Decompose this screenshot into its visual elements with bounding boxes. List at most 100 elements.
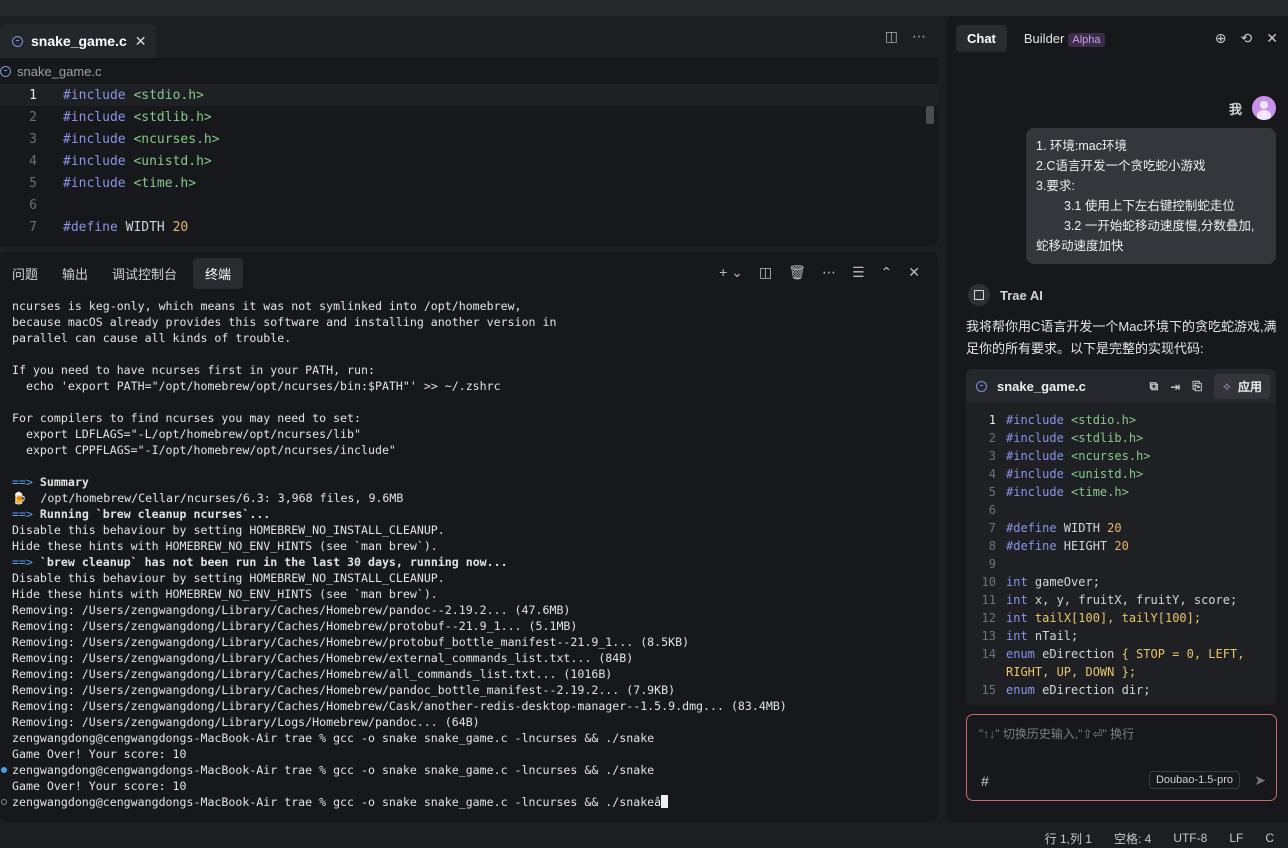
code-keyword: #include [1006,431,1064,445]
code-number: 20 [172,219,189,235]
split-terminal-icon[interactable]: ◫ [759,264,772,281]
context-hash-icon[interactable]: # [981,773,989,789]
apply-button[interactable]: ✧ 应用 [1213,374,1270,399]
apply-label: 应用 [1237,380,1262,394]
terminal-text: echo 'export PATH="/opt/homebrew/opt/ncu… [12,379,501,393]
send-icon[interactable]: ➤ [1254,772,1266,789]
code-block-filename: snake_game.c [997,378,1086,394]
breadcrumb-file[interactable]: snake_game.c [17,64,102,79]
code-line: 3 #include <ncurses.h> [0,128,938,150]
history-icon[interactable]: ⟲ [1241,30,1253,47]
line-number: 2 [29,109,37,125]
line-source: enum eDirection { STOP = 0, LEFT, RIGHT,… [996,645,1266,681]
terminal-line: echo 'export PATH="/opt/homebrew/opt/ncu… [12,378,938,394]
new-terminal-icon[interactable]: + ⌄ [719,264,743,281]
close-panel-icon[interactable]: ✕ [908,264,920,281]
tab-terminal[interactable]: 终端 [193,257,244,289]
terminal-text: Removing: /Users/zengwangdong/Library/Ca… [12,651,634,665]
maximize-panel-icon[interactable]: ⌃ [881,264,893,281]
tab-builder[interactable]: Builder Alpha [1013,25,1116,52]
close-chat-icon[interactable]: ✕ [1266,30,1278,47]
code-line: 2 #include <stdlib.h> [0,106,938,128]
user-message-bubble: 1. 环境:mac环境 2.C语言开发一个贪吃蛇小游戏 3.要求: 3.1 使用… [1026,128,1276,264]
code-keyword: #include [63,153,126,169]
code-block-line: 11 int x, y, fruitX, fruitY, score; [966,591,1276,609]
line-source: #include <unistd.h> [37,154,212,169]
c-file-icon [0,65,11,77]
panel-actions: + ⌄ ◫ 🗑 ⋯ ☰ ⌃ ✕ [719,264,920,281]
tab-problems[interactable]: 问题 [0,258,50,289]
terminal-line: Removing: /Users/zengwangdong/Library/Ca… [12,698,938,714]
line-number: 4 [988,467,996,481]
trash-icon[interactable]: 🗑 [788,264,806,281]
line-number: 9 [988,557,996,571]
code-block-line: 5 #include <time.h> [966,483,1276,501]
terminal-heading: `brew cleanup` has not been run in the l… [32,555,508,569]
line-source [996,501,1266,519]
line-source: #include <time.h> [37,176,196,191]
indentation[interactable]: 空格: 4 [1114,830,1151,847]
code-keyword: int [1006,611,1028,625]
chat-input-box[interactable]: "↑↓" 切换历史输入,"⇧⏎" 换行 # Doubao-1.5-pro ➤ [966,714,1277,801]
code-block-line: 10 int gameOver; [966,573,1276,591]
model-selector[interactable]: Doubao-1.5-pro [1148,771,1240,789]
encoding[interactable]: UTF-8 [1173,831,1207,845]
panel-layout-icon[interactable]: ☰ [852,264,865,281]
command-status-dot [1,767,7,773]
code-keyword: #include [1006,413,1064,427]
user-header: 我 [1229,96,1276,120]
cursor-position[interactable]: 行 1,列 1 [1045,830,1092,847]
ai-message: 我将帮你用C语言开发一个Mac环境下的贪吃蛇游戏,满足你的所有要求。以下是完整的… [966,319,1277,356]
ai-header: Trae AI [968,284,1043,306]
code-text: eDirection [1034,647,1122,661]
terminal-text: zengwangdong@cengwangdongs-MacBook-Air t… [12,795,662,809]
line-number: 12 [981,611,996,625]
user-message-line: 3.1 使用上下左右键控制蛇走位 [1064,199,1235,213]
editor-code-area[interactable]: 1 #include <stdio.h> 2 #include <stdlib.h> 3… [0,84,938,238]
terminal-line: Game Over! Your score: 10 [12,778,938,794]
chat-input-placeholder: "↑↓" 切换历史输入,"⇧⏎" 换行 [979,727,1135,741]
more-actions-icon[interactable]: ⋯ [912,28,926,45]
terminal-line: zengwangdong@cengwangdongs-MacBook-Air t… [12,730,938,746]
code-text: HEIGHT [1056,539,1115,553]
terminal-line: Removing: /Users/zengwangdong/Library/Ca… [12,682,938,698]
terminal-output[interactable]: ncurses is keg-only, which means it was … [0,294,938,810]
editor-tab-snake-game[interactable]: snake_game.c ✕ [0,24,157,58]
code-text: x, y, fruitX, fruitY, score; [1027,593,1238,607]
more-actions-icon[interactable]: ⋯ [822,264,836,281]
line-source: #include <stdlib.h> [996,429,1266,447]
magic-wand-icon: ✧ [1221,379,1232,394]
code-keyword: int [1006,575,1028,589]
editor-scrollbar[interactable] [926,106,934,124]
code-block-line: 2 #include <stdlib.h> [966,429,1276,447]
status-bar: 行 1,列 1 空格: 4 UTF-8 LF C [0,828,1288,848]
terminal-line: ==> `brew cleanup` has not been run in t… [12,554,938,570]
terminal-line: parallel can cause all kinds of trouble. [12,330,938,346]
code-line: 1 #include <stdio.h> [0,84,938,106]
code-string: <stdio.h> [1071,413,1137,427]
insert-icon[interactable]: ⇥ [1170,380,1180,394]
tab-output[interactable]: 输出 [50,258,100,289]
terminal-line: 🍺 /opt/homebrew/Cellar/ncurses/6.3: 3,96… [12,490,938,506]
line-source: #include <stdlib.h> [37,110,212,125]
code-keyword: #include [1006,467,1064,481]
code-block-line: 8 #define HEIGHT 20 [966,537,1276,555]
terminal-text: because macOS already provides this soft… [12,315,557,329]
code-block-line: 14 enum eDirection { STOP = 0, LEFT, RIGH… [966,645,1276,681]
split-editor-icon[interactable]: ◫ [885,28,898,45]
code-line: 6 [0,194,938,216]
line-number: 10 [981,575,996,589]
code-line: 7 #define WIDTH 20 [0,216,938,238]
new-chat-icon[interactable]: ⊕ [1215,30,1227,47]
tab-chat[interactable]: Chat [956,24,1007,52]
new-file-icon[interactable]: ⎘ [1192,379,1202,394]
copy-icon[interactable]: ⧉ [1150,379,1159,394]
language-mode[interactable]: C [1265,831,1274,845]
line-ending[interactable]: LF [1229,831,1243,845]
line-number: 3 [29,131,37,147]
close-tab-icon[interactable]: ✕ [135,33,147,50]
tab-debug-console[interactable]: 调试控制台 [100,258,189,289]
